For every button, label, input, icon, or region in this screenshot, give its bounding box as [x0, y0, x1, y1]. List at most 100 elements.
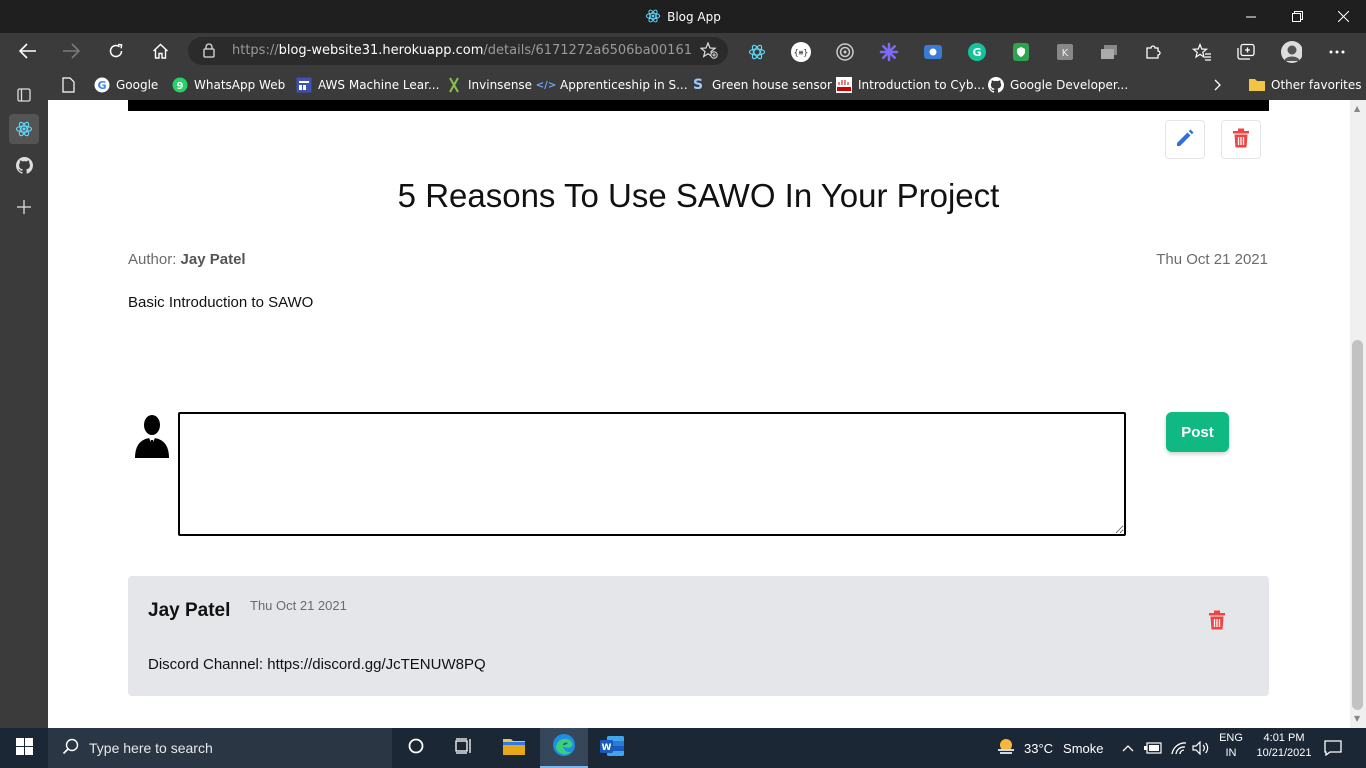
volume-icon[interactable] [1192, 728, 1210, 768]
lock-icon[interactable] [203, 43, 215, 62]
profile-avatar-icon[interactable] [1280, 41, 1302, 63]
comment-input[interactable] [178, 412, 1126, 536]
scrollbar-thumb[interactable] [1352, 340, 1363, 710]
notifications-icon[interactable] [1324, 728, 1342, 768]
weather-temperature: 33°C [1024, 740, 1054, 756]
window-title-bar: Blog App [0, 0, 1366, 33]
post-date: Thu Oct 21 2021 [1156, 251, 1268, 268]
windows-logo-icon [15, 737, 33, 759]
bookmark-whatsapp[interactable]: 9 WhatsApp Web [172, 76, 285, 94]
clock-date: 10/21/2021 [1256, 747, 1312, 759]
grammarly-icon[interactable]: G [966, 41, 988, 63]
bookmark-invinsense[interactable]: Invinsense [446, 76, 532, 94]
task-view-button[interactable] [440, 728, 488, 768]
cover-image [128, 100, 1269, 111]
sidebar-tab-blog-app[interactable] [9, 114, 39, 144]
taskbar-search-box[interactable]: Type here to search [48, 728, 392, 768]
restore-button[interactable] [1274, 0, 1320, 33]
language-code: ENG [1219, 732, 1243, 744]
cortana-button[interactable] [392, 728, 440, 768]
k-extension-icon[interactable]: K [1054, 41, 1076, 63]
target-extension-icon[interactable] [834, 41, 856, 63]
trash-icon [1208, 610, 1226, 634]
start-button[interactable] [0, 728, 48, 768]
tab-actions-icon[interactable] [9, 80, 39, 110]
screen-recorder-icon[interactable] [922, 41, 944, 63]
bookmark-apprenticeship[interactable]: </> Apprenticeship in S... [536, 76, 688, 94]
edit-post-button[interactable] [1165, 120, 1205, 159]
scroll-up-arrow-icon[interactable]: ▲ [1354, 104, 1360, 113]
new-tab-plus-icon[interactable] [9, 192, 39, 222]
bookmark-label: Google Developer... [1010, 78, 1129, 92]
json-formatter-icon[interactable]: {≡} [790, 41, 812, 63]
bookmark-greenhouse[interactable]: S Green house sensor [690, 76, 832, 94]
bookmark-label: AWS Machine Lear... [318, 78, 440, 92]
more-menu-icon[interactable] [1326, 41, 1348, 63]
battery-icon[interactable] [1144, 728, 1162, 768]
input-language[interactable]: ENG IN [1216, 732, 1246, 759]
bookmark-page-icon[interactable] [62, 76, 75, 94]
window-title: Blog App [0, 8, 1366, 27]
svg-text:{≡}: {≡} [794, 48, 808, 57]
add-favorite-icon[interactable] [699, 41, 718, 63]
address-bar[interactable]: https://blog-website31.herokuapp.com/det… [188, 37, 728, 65]
bookmark-google-developer[interactable]: Google Developer... [988, 76, 1128, 94]
scroll-down-arrow-icon[interactable]: ▼ [1354, 714, 1360, 723]
bookmark-aws[interactable]: AWS Machine Lear... [296, 76, 439, 94]
aws-icon [296, 77, 312, 93]
favorites-icon[interactable] [1191, 41, 1213, 63]
browser-sidebar [0, 69, 48, 728]
post-author: Author: Jay Patel [128, 251, 246, 268]
home-icon[interactable] [145, 37, 175, 65]
search-icon [62, 738, 79, 758]
show-hidden-icons-chevron-icon[interactable] [1122, 728, 1134, 768]
close-window-button[interactable] [1320, 0, 1366, 33]
bookmarks-overflow-chevron-icon[interactable] [1214, 76, 1222, 94]
page-scrollbar[interactable]: ▲ ▼ [1350, 100, 1366, 728]
gear-extension-icon[interactable] [878, 41, 900, 63]
bookmark-other-favorites[interactable]: Other favorites [1249, 76, 1362, 94]
collections-icon[interactable] [1235, 41, 1257, 63]
weather-widget[interactable]: 33°C Smoke [996, 728, 1104, 768]
shield-extension-icon[interactable] [1010, 41, 1032, 63]
comment-text: Discord Channel: https://discord.gg/JcTE… [148, 656, 486, 673]
wifi-icon[interactable] [1170, 728, 1188, 768]
clock[interactable]: 4:01 PM 10/21/2021 [1252, 732, 1316, 759]
edge-taskbar-button[interactable] [540, 728, 588, 768]
folder-icon [1249, 77, 1265, 93]
post-comment-button[interactable]: Post [1166, 412, 1229, 452]
bookmark-label: Introduction to Cyb... [858, 78, 985, 92]
url-text[interactable]: https://blog-website31.herokuapp.com/det… [232, 43, 692, 58]
url-prefix: https:// [232, 43, 279, 58]
react-devtools-icon[interactable] [746, 41, 768, 63]
bookmark-label: Green house sensor [712, 78, 832, 92]
user-avatar-icon [134, 414, 170, 462]
invinsense-icon [446, 77, 462, 93]
url-host: blog-website31.herokuapp.com [278, 43, 484, 58]
task-view-icon [455, 738, 473, 758]
bookmarks-bar: G Google 9 WhatsApp Web AWS Machine Lear… [48, 69, 1366, 100]
extensions-puzzle-icon[interactable] [1142, 41, 1164, 63]
tab-manager-icon[interactable] [1098, 41, 1120, 63]
refresh-icon[interactable] [101, 37, 131, 65]
browser-toolbar: https://blog-website31.herokuapp.com/det… [0, 33, 1366, 69]
edge-icon [552, 733, 576, 761]
comment-date: Thu Oct 21 2021 [250, 598, 347, 613]
trash-icon [1232, 128, 1250, 152]
minimize-button[interactable] [1228, 0, 1274, 33]
bookmark-label: Invinsense [468, 78, 533, 92]
bookmark-cisco[interactable]: Introduction to Cyb... [836, 76, 985, 94]
comment-card: Jay Patel Thu Oct 21 2021 Discord Channe… [128, 576, 1269, 696]
bookmark-google[interactable]: G Google [94, 76, 158, 94]
file-explorer-button[interactable] [490, 728, 538, 768]
weather-sun-haze-icon [996, 737, 1016, 760]
forward-arrow-icon[interactable] [56, 37, 86, 65]
clock-time: 4:01 PM [1263, 732, 1305, 744]
back-arrow-icon[interactable] [13, 37, 43, 65]
sidebar-tab-github[interactable] [9, 150, 39, 180]
folder-icon [502, 736, 526, 760]
delete-comment-button[interactable] [1208, 610, 1226, 634]
delete-post-button[interactable] [1221, 120, 1261, 159]
word-taskbar-button[interactable]: W [588, 728, 636, 768]
post-body: Basic Introduction to SAWO [128, 294, 314, 311]
